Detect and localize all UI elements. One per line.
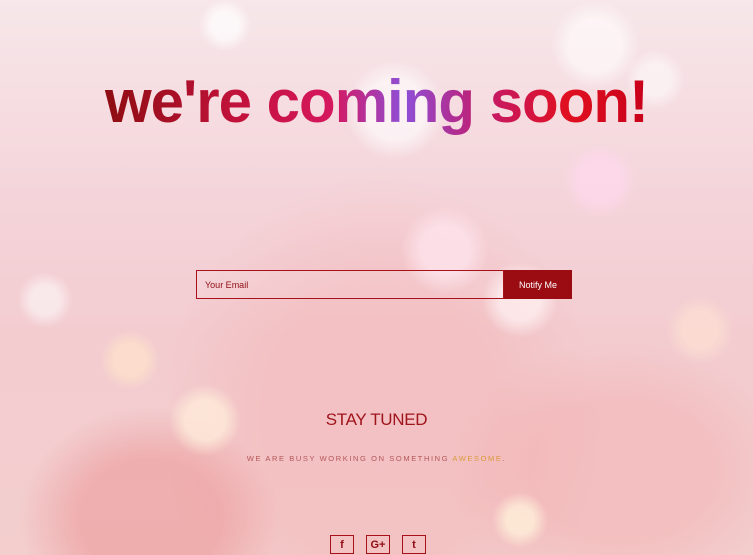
stay-tuned-title: STAY TUNED (325, 410, 428, 429)
facebook-icon[interactable]: f (330, 535, 354, 554)
notify-me-button[interactable]: Notify Me (504, 270, 572, 299)
tagline-highlight: AWESOME (452, 454, 503, 463)
social-links: f G+ t (330, 535, 426, 554)
email-input[interactable] (196, 270, 504, 299)
tagline-message-part2: . (502, 454, 507, 463)
coming-soon-page: we're coming soon! Notify Me STAY TUNED … (0, 0, 753, 555)
tagline-message-part1: WE ARE BUSY WORKING ON SOMETHING (246, 454, 453, 463)
headline: we're coming soon! (0, 62, 753, 142)
google-plus-icon[interactable]: G+ (366, 535, 390, 554)
subscribe-form: Notify Me (196, 270, 572, 299)
tumblr-icon[interactable]: t (402, 535, 426, 554)
headline-text: we're coming soon! (104, 68, 649, 135)
tagline-message: WE ARE BUSY WORKING ON SOMETHING AWESOME… (0, 454, 753, 463)
